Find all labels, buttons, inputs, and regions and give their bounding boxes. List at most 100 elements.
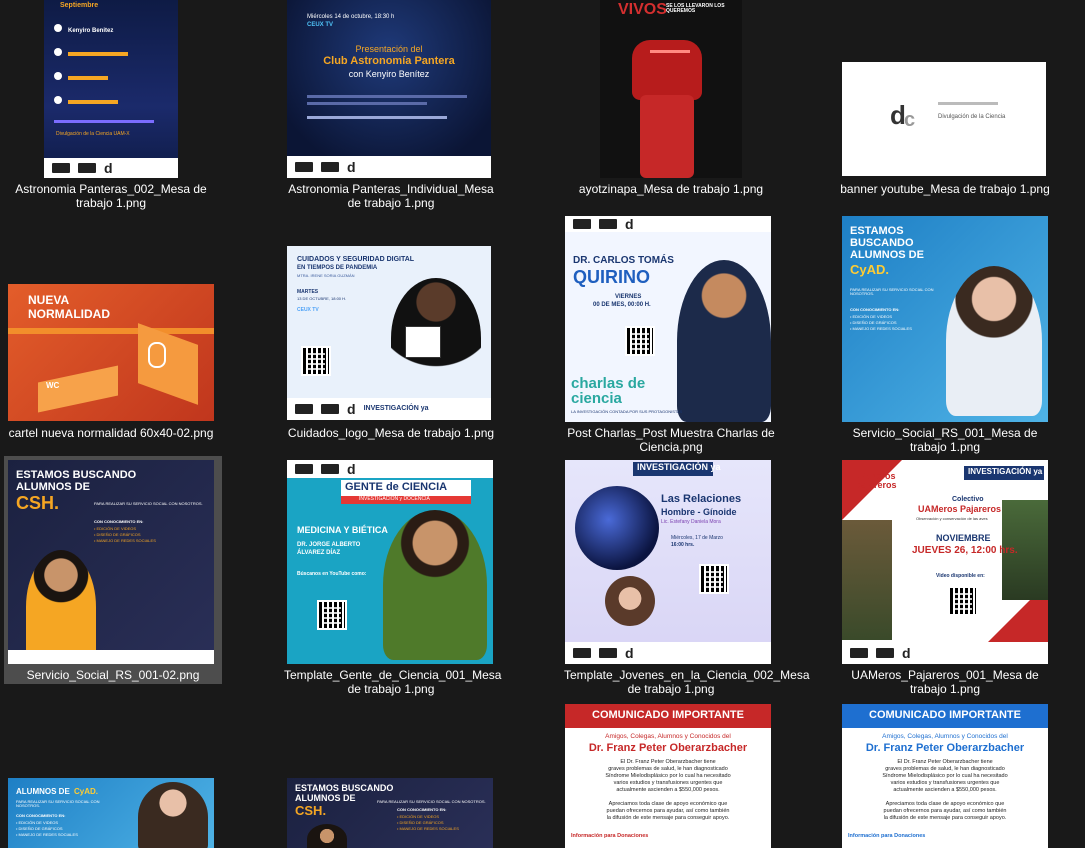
thumb-text: PARA REALIZAR SU SERVICIO SOCIAL CON NOS… [94,501,203,506]
file-thumbnail: Septiembre Kenyiro Benitez Divulgación d… [44,0,178,178]
file-name[interactable]: UAMeros_Pajareros_001_Mesa de trabajo 1.… [836,666,1054,698]
thumb-text: Septiembre [60,2,99,9]
file-name[interactable]: ayotzinapa_Mesa de trabajo 1.png [562,180,780,198]
thumb-text: puedan ofrecernos para ayudar, así como … [883,808,1007,814]
thumb-text: CUIDADOS Y SEGURIDAD DIGITAL [297,256,415,263]
file-thumbnail: d c Divulgación de la Ciencia [842,62,1046,176]
thumb-text: 00 DE MES, 00:00 H. [593,302,651,308]
file-item[interactable]: d GENTE de CIENCIA INVESTIGACIÓN y DOCEN… [282,456,501,698]
thumb-text: • DISEÑO DE GRÁFICOS [16,826,63,831]
file-thumbnail: COMUNICADO IMPORTANTE Amigos, Colegas, A… [842,704,1048,848]
file-item[interactable]: COMUNICADO IMPORTANTE Amigos, Colegas, A… [836,700,1054,848]
thumb-text: El Dr. Franz Peter Oberarzbacher tiene [620,759,716,765]
qr-code-icon [301,346,331,376]
file-item[interactable]: CUIDADOS Y SEGURIDAD DIGITAL EN TIEMPOS … [282,214,500,442]
file-item[interactable]: UAMeros pajareros INVESTIGACIÓN ya Colec… [836,456,1054,698]
thumb-text: PARA REALIZAR SU SERVICIO SOCIAL CON NOS… [16,799,100,809]
file-item[interactable]: VIVOS SE LOS LLEVARON LOS QUEREMOS ayotz… [562,0,780,198]
thumb-text: CyAD. [74,787,99,796]
thumb-text: DR. CARLOS TOMÁS [573,255,674,266]
file-name[interactable]: Astronomia Panteras_Individual_Mesa de t… [282,180,500,212]
file-item[interactable]: ESTAMOS BUSCANDO ALUMNOS DE CyAD. PARA R… [836,214,1054,456]
file-thumbnail: INVESTIGACIÓN ya Las Relaciones Hombre -… [565,460,771,664]
thumb-text: VIVOS [618,1,667,18]
thumb-text: PARA REALIZAR SU SERVICIO SOCIAL CON NOS… [850,287,934,297]
file-name[interactable]: Astronomia Panteras_002_Mesa de trabajo … [2,180,220,212]
thumb-text: Dr. Franz Peter Oberarzbacher [865,742,1025,754]
thumb-text: CEUX TV [297,307,319,313]
file-thumbnail: Miércoles 14 de octubre, 18:30 h CEUX TV… [287,0,491,178]
thumb-text: UAMeros Pajareros [918,504,1002,514]
thumb-text: COMUNICADO IMPORTANTE [869,709,1021,721]
thumb-text: • EDICIÓN DE VIDEOS [94,526,137,531]
thumb-text: CON CONOCIMIENTO EN: [397,807,447,812]
thumb-text: Búscanos en YouTube como: [297,571,367,577]
thumb-text: • MANEJO DE REDES SOCIALES [397,826,459,831]
thumb-text: UAMeros pajareros [856,471,897,491]
person-photo [138,782,208,848]
thumb-text: ALUMNOS DE [850,249,924,261]
thumb-text: Amigos, Colegas, Alumnos y Conocidos del [882,733,1008,740]
thumb-text: CON CONOCIMIENTO EN: [94,519,144,524]
thumb-text: ciencia [571,390,622,407]
thumb-text: BUSCANDO [850,237,914,249]
thumb-text: Lic. Estefany Daniela Mora [661,519,721,525]
file-item[interactable]: d DR. CARLOS TOMÁS QUIRINO VIERNES 00 DE… [562,214,780,456]
file-item[interactable]: ALUMNOS DE CyAD. PARA REALIZAR SU SERVIC… [2,700,220,848]
file-name[interactable]: banner youtube_Mesa de trabajo 1.png [836,180,1054,198]
thumb-text: QUIRINO [573,267,651,287]
qr-code-icon [948,586,978,616]
file-name[interactable]: cartel nueva normalidad 60x40-02.png [2,424,220,442]
file-name[interactable]: Servicio_Social_RS_001-02.png [4,666,222,684]
thumb-text: COMUNICADO IMPORTANTE [592,709,744,721]
thumb-text: Síndrome Mielodisplásico por lo cual ha … [882,773,1008,779]
thumb-text: CEUX TV [307,22,334,28]
thumb-text: Miércoles, 17 de Marzo [671,535,723,541]
file-item[interactable]: INVESTIGACIÓN ya Las Relaciones Hombre -… [562,456,810,698]
file-item-selected[interactable]: ESTAMOS BUSCANDO ALUMNOS DE CSH. PARA RE… [4,456,222,684]
file-item[interactable]: Septiembre Kenyiro Benitez Divulgación d… [2,0,220,212]
thumb-text: NUEVA [28,293,70,307]
thumb-text: Amigos, Colegas, Alumnos y Conocidos del [605,733,731,740]
thumb-text: • EDICIÓN DE VIDEOS [16,820,59,825]
thumb-text: Colectivo [952,496,984,503]
thumb-text: INVESTIGACIÓN ya [968,467,1043,476]
thumb-text: EN TIEMPOS DE PANDEMIA [297,265,378,271]
qr-code-icon [317,600,347,630]
file-item[interactable]: COMUNICADO IMPORTANTE Amigos, Colegas, A… [562,700,780,848]
thumb-text: CSH. [16,493,60,513]
thumb-text: CyAD. [850,262,890,277]
thumb-text: INVESTIGACIÓN ya [363,405,429,413]
thumb-text: 13 DE OCTUBRE, 18:00 H. [297,296,347,301]
thumb-text: Kenyiro Benitez [68,28,114,34]
person-photo [307,824,347,848]
file-name[interactable]: Template_Gente_de_Ciencia_001_Mesa de tr… [282,666,501,698]
file-name[interactable]: Post Charlas_Post Muestra Charlas de Cie… [562,424,780,456]
file-thumbnail: CUIDADOS Y SEGURIDAD DIGITAL EN TIEMPOS … [287,246,491,420]
thumb-text: ESTAMOS BUSCANDO [16,469,137,481]
thumb-text: ALUMNOS DE [16,787,70,796]
file-thumbnail: ESTAMOS BUSCANDO ALUMNOS DE CSH. PARA RE… [8,460,214,664]
thumb-text: Apreciamos toda clase de apoyo económico… [885,801,1005,807]
thumb-text: LA INVESTIGACIÓN CONTADA POR SUS PROTAGO… [571,409,683,414]
thumb-text: varios estudios y transfusiones urgentes… [613,780,723,786]
thumb-text: Club Astronomía Pantera [323,55,455,67]
thumb-text: CSH. [295,803,327,818]
thumb-text: Miércoles 14 de octubre, 18:30 h [307,14,395,20]
file-name[interactable]: Cuidados_logo_Mesa de trabajo 1.png [282,424,500,442]
thumb-text: VIERNES [615,294,642,300]
file-name[interactable]: Template_Jovenes_en_la_Ciencia_002_Mesa … [562,666,810,698]
file-item[interactable]: Miércoles 14 de octubre, 18:30 h CEUX TV… [282,0,500,212]
thumb-text: graves problemas de salud, le han diagno… [608,766,728,772]
file-name[interactable]: Servicio_Social_RS_001_Mesa de trabajo 1… [836,424,1054,456]
thumb-text: puedan ofrecernos para ayudar, así como … [606,808,730,814]
file-item[interactable]: d c Divulgación de la Ciencia banner you… [836,0,1054,198]
thumb-text: Observación y conservación de las aves [916,516,988,521]
file-thumbnail: d DR. CARLOS TOMÁS QUIRINO VIERNES 00 DE… [565,216,771,422]
file-thumbnail: VIVOS SE LOS LLEVARON LOS QUEREMOS [600,0,742,178]
thumb-text: ESTAMOS [850,225,904,237]
thumb-text: Apreciamos toda clase de apoyo económico… [608,801,728,807]
file-item[interactable]: NUEVA NORMALIDAD WC cartel nueva normali… [2,214,220,442]
thumb-text: CON CONOCIMIENTO EN: [16,813,66,818]
file-item[interactable]: ESTAMOS BUSCANDO ALUMNOS DE CSH. PARA RE… [282,700,500,848]
